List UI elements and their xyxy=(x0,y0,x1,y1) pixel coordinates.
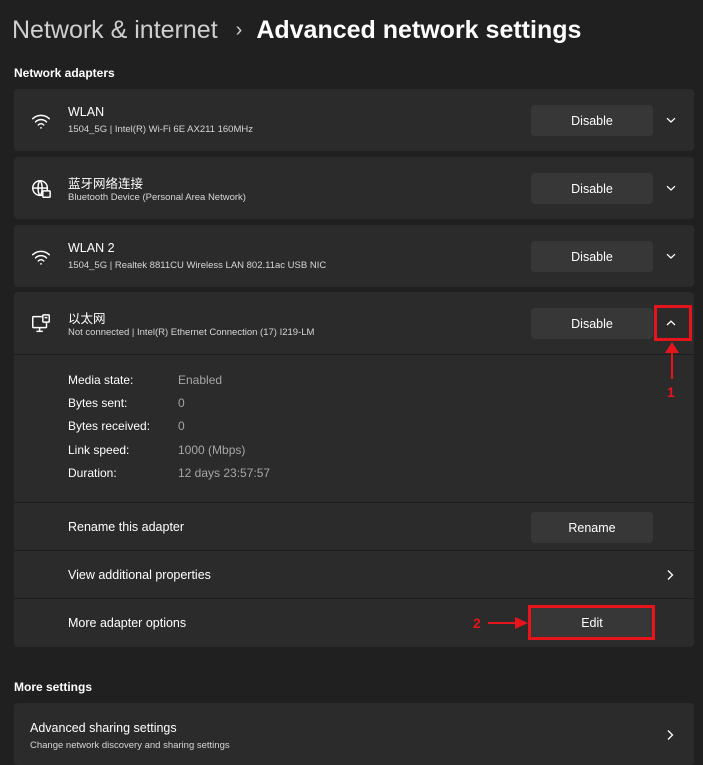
view-additional-properties-label: View additional properties xyxy=(68,568,211,582)
wifi-icon xyxy=(30,110,52,132)
adapter-card-wlan[interactable]: WLAN 1504_5G | Intel(R) Wi-Fi 6E AX211 1… xyxy=(14,89,694,151)
divider xyxy=(14,502,694,503)
adapter-header-ethernet[interactable]: 以太网 Not connected | Intel(R) Ethernet Co… xyxy=(14,292,694,354)
adapter-name: WLAN xyxy=(68,105,105,119)
annotation-step-2: 2 xyxy=(473,615,481,631)
property-value: 0 xyxy=(178,419,185,433)
chevron-right-icon xyxy=(662,567,678,583)
adapter-name: 蓝牙网络连接 xyxy=(68,177,144,191)
ethernet-icon xyxy=(30,313,52,335)
disable-button[interactable]: Disable xyxy=(531,308,653,339)
breadcrumb-separator: › xyxy=(235,18,243,41)
chevron-right-icon xyxy=(662,727,678,743)
property-label: Bytes sent: xyxy=(68,396,128,410)
annotation-highlight-expand xyxy=(654,305,692,341)
adapter-description: 1504_5G | Realtek 8811CU Wireless LAN 80… xyxy=(68,260,327,271)
adapter-card-wlan-2[interactable]: WLAN 2 1504_5G | Realtek 8811CU Wireless… xyxy=(14,225,694,287)
property-label: Media state: xyxy=(68,373,134,387)
property-label: Duration: xyxy=(68,466,117,480)
section-title-network-adapters: Network adapters xyxy=(14,66,115,80)
wifi-icon xyxy=(30,246,52,268)
annotation-step-1: 1 xyxy=(667,384,675,400)
annotation-highlight-edit xyxy=(528,605,655,640)
more-adapter-options-label: More adapter options xyxy=(68,616,187,630)
property-value: 1000 (Mbps) xyxy=(178,443,246,457)
disable-button[interactable]: Disable xyxy=(531,241,653,272)
adapter-name: WLAN 2 xyxy=(68,241,115,255)
page-title: Advanced network settings xyxy=(256,15,582,44)
rename-adapter-label: Rename this adapter xyxy=(68,520,185,534)
chevron-down-icon[interactable] xyxy=(656,241,686,271)
rename-button[interactable]: Rename xyxy=(531,512,653,543)
adapter-description: 1504_5G | Intel(R) Wi-Fi 6E AX211 160MHz xyxy=(68,124,253,135)
advanced-sharing-settings-row[interactable]: Advanced sharing settings Change network… xyxy=(14,703,694,765)
view-additional-properties-row[interactable]: View additional properties xyxy=(14,551,694,598)
adapter-description: Bluetooth Device (Personal Area Network) xyxy=(68,192,246,203)
annotation-arrow-right-icon xyxy=(488,617,528,629)
adapter-description: Not connected | Intel(R) Ethernet Connec… xyxy=(68,327,315,338)
advanced-sharing-title: Advanced sharing settings xyxy=(30,721,177,735)
chevron-down-icon[interactable] xyxy=(656,173,686,203)
property-label: Link speed: xyxy=(68,443,130,457)
advanced-sharing-description: Change network discovery and sharing set… xyxy=(30,740,230,751)
property-value: 0 xyxy=(178,396,185,410)
breadcrumb: Network & internet › Advanced network se… xyxy=(12,10,581,50)
property-value: Enabled xyxy=(178,373,223,387)
annotation-arrow-up-icon xyxy=(665,342,679,379)
globe-network-icon xyxy=(30,178,52,200)
divider xyxy=(14,598,694,599)
divider xyxy=(14,354,694,355)
breadcrumb-parent-link[interactable]: Network & internet xyxy=(12,16,218,45)
property-label: Bytes received: xyxy=(68,419,151,433)
adapter-name: 以太网 xyxy=(68,312,106,326)
chevron-down-icon[interactable] xyxy=(656,105,686,135)
adapter-card-bluetooth-network[interactable]: 蓝牙网络连接 Bluetooth Device (Personal Area N… xyxy=(14,157,694,219)
disable-button[interactable]: Disable xyxy=(531,105,653,136)
section-title-more-settings: More settings xyxy=(14,680,93,694)
adapter-card-ethernet: 以太网 Not connected | Intel(R) Ethernet Co… xyxy=(14,292,694,647)
property-value: 12 days 23:57:57 xyxy=(178,466,271,480)
disable-button[interactable]: Disable xyxy=(531,173,653,204)
